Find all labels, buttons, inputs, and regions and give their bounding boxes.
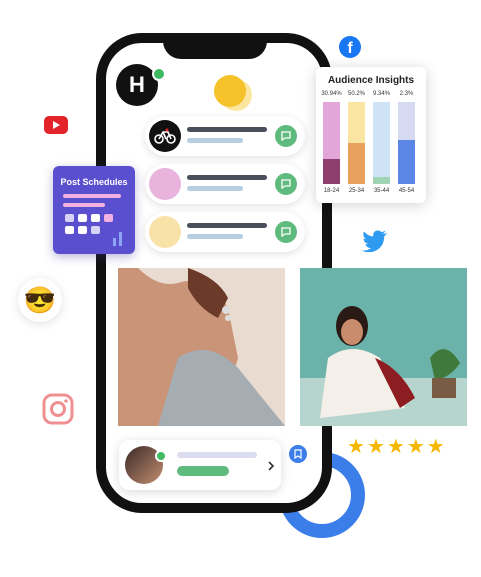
placeholder-line (187, 127, 267, 132)
bicycle-icon (154, 128, 176, 144)
bookmark-icon (294, 449, 302, 459)
placeholder-line (187, 234, 243, 239)
insight-age-label: 35-44 (373, 188, 390, 194)
instagram-icon (41, 392, 75, 426)
placeholder-line (187, 175, 267, 180)
avatar (149, 168, 181, 200)
youtube-icon (44, 116, 68, 134)
audience-insights-title: Audience Insights (327, 75, 415, 86)
cyclist-avatar (149, 120, 181, 152)
placeholder-pill (177, 466, 229, 476)
phone-notch (163, 33, 267, 59)
insight-age-label: 45-54 (398, 188, 415, 194)
post-photo[interactable] (118, 268, 285, 426)
insight-bar (398, 102, 415, 184)
insight-bar-fill (373, 177, 390, 184)
star-rating: ★ ★ ★ ★ ★ (347, 437, 445, 457)
insight-bar-fill (398, 140, 415, 184)
online-status-dot (155, 450, 167, 462)
insight-age-label: 25-34 (348, 188, 365, 194)
insight-bar-fill (323, 159, 340, 184)
placeholder-line (187, 223, 267, 228)
star-icon: ★ (426, 436, 445, 458)
seated-portrait-illustration (300, 268, 467, 426)
sunglasses-emoji: 😎 (18, 278, 62, 322)
mini-bar (113, 238, 116, 246)
list-item[interactable] (145, 212, 305, 252)
chat-button[interactable] (275, 125, 297, 147)
bookmark-button[interactable] (289, 445, 307, 463)
insight-percent-label: 30.94% (321, 91, 342, 97)
insight-percent-label: 2.3% (399, 91, 414, 97)
progress-line (63, 194, 121, 198)
placeholder-line (177, 452, 257, 458)
insight-percent-label: 9.34% (372, 91, 390, 97)
insight-bar (373, 102, 390, 184)
profile-card[interactable] (119, 440, 281, 490)
placeholder-line (187, 138, 243, 143)
progress-line (63, 203, 105, 207)
star-icon: ★ (347, 436, 365, 458)
chat-bubble-icon (281, 227, 291, 238)
insight-bar (323, 102, 340, 184)
star-icon: ★ (406, 436, 425, 458)
mini-bar (119, 232, 122, 246)
post-schedules-title: Post Schedules (60, 177, 128, 187)
chat-button[interactable] (275, 173, 297, 195)
chat-button[interactable] (275, 221, 297, 243)
insight-percent-label: 50.2% (347, 91, 365, 97)
placeholder-line (187, 186, 243, 191)
chat-bubble-icon (281, 131, 291, 142)
chat-bubble-icon (281, 179, 291, 190)
portrait-illustration (118, 268, 285, 426)
avatar (149, 216, 181, 248)
audience-insights-card: Audience Insights 30.94% 18-24 50.2% 25-34 9… (316, 67, 426, 203)
facebook-icon: f (339, 36, 361, 58)
list-item[interactable] (145, 164, 305, 204)
post-photo[interactable] (300, 268, 467, 426)
twitter-icon (362, 230, 388, 253)
post-schedules-card[interactable]: Post Schedules (53, 166, 135, 254)
insight-bar-fill (348, 143, 365, 184)
app-logo-letter: H (129, 72, 145, 97)
decorative-blob (214, 75, 246, 107)
star-icon: ★ (366, 436, 385, 458)
star-icon: ★ (386, 436, 405, 458)
online-status-dot (152, 67, 166, 81)
insight-bar (348, 102, 365, 184)
insight-age-label: 18-24 (323, 188, 340, 194)
calendar-grid (65, 214, 127, 236)
chevron-right-icon[interactable] (267, 458, 275, 476)
list-item[interactable] (145, 116, 305, 156)
